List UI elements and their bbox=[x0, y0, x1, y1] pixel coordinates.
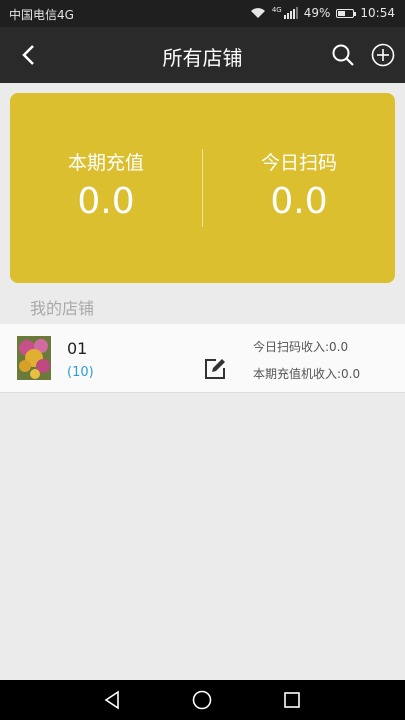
add-circle-icon[interactable] bbox=[371, 43, 395, 67]
clock: 10:54 bbox=[360, 6, 395, 20]
recharge-summary: 本期充值 0.0 bbox=[10, 148, 202, 222]
network-type-label: 4G bbox=[271, 6, 282, 14]
shop-thumbnail bbox=[17, 336, 51, 380]
my-shops-label: 我的店铺 bbox=[30, 299, 95, 318]
app-header: 所有店铺 bbox=[0, 27, 405, 83]
nav-recent-icon[interactable] bbox=[281, 689, 303, 711]
status-bar: 中国电信4G 4G 49% 10:54 bbox=[0, 0, 405, 27]
scan-summary: 今日扫码 0.0 bbox=[203, 148, 395, 222]
nav-back-icon[interactable] bbox=[101, 689, 123, 711]
shop-list-item[interactable]: 01 (10) 今日扫码收入:0.0 本期充值机收入:0.0 bbox=[0, 324, 405, 393]
scan-income: 今日扫码收入:0.0 bbox=[253, 340, 349, 354]
shop-count: (10) bbox=[67, 365, 94, 380]
carrier-label: 中国电信4G bbox=[9, 8, 74, 22]
battery-icon bbox=[336, 8, 357, 18]
recharge-value: 0.0 bbox=[77, 181, 135, 222]
nav-home-icon[interactable] bbox=[191, 689, 213, 711]
search-icon[interactable] bbox=[331, 43, 355, 67]
recharge-label: 本期充值 bbox=[67, 152, 144, 174]
scan-value: 0.0 bbox=[270, 181, 328, 222]
recharge-income: 本期充值机收入:0.0 bbox=[253, 367, 361, 381]
battery-percent: 49% bbox=[303, 6, 331, 20]
wifi-icon bbox=[250, 8, 265, 18]
edit-icon[interactable] bbox=[203, 357, 227, 381]
system-nav-bar bbox=[0, 680, 405, 720]
shop-name: 01 bbox=[67, 339, 88, 358]
scan-label: 今日扫码 bbox=[260, 152, 337, 174]
signal-icon bbox=[283, 7, 298, 19]
status-icons: 4G 49% 10:54 bbox=[250, 6, 395, 20]
summary-card: 本期充值 0.0 今日扫码 0.0 bbox=[10, 93, 395, 283]
